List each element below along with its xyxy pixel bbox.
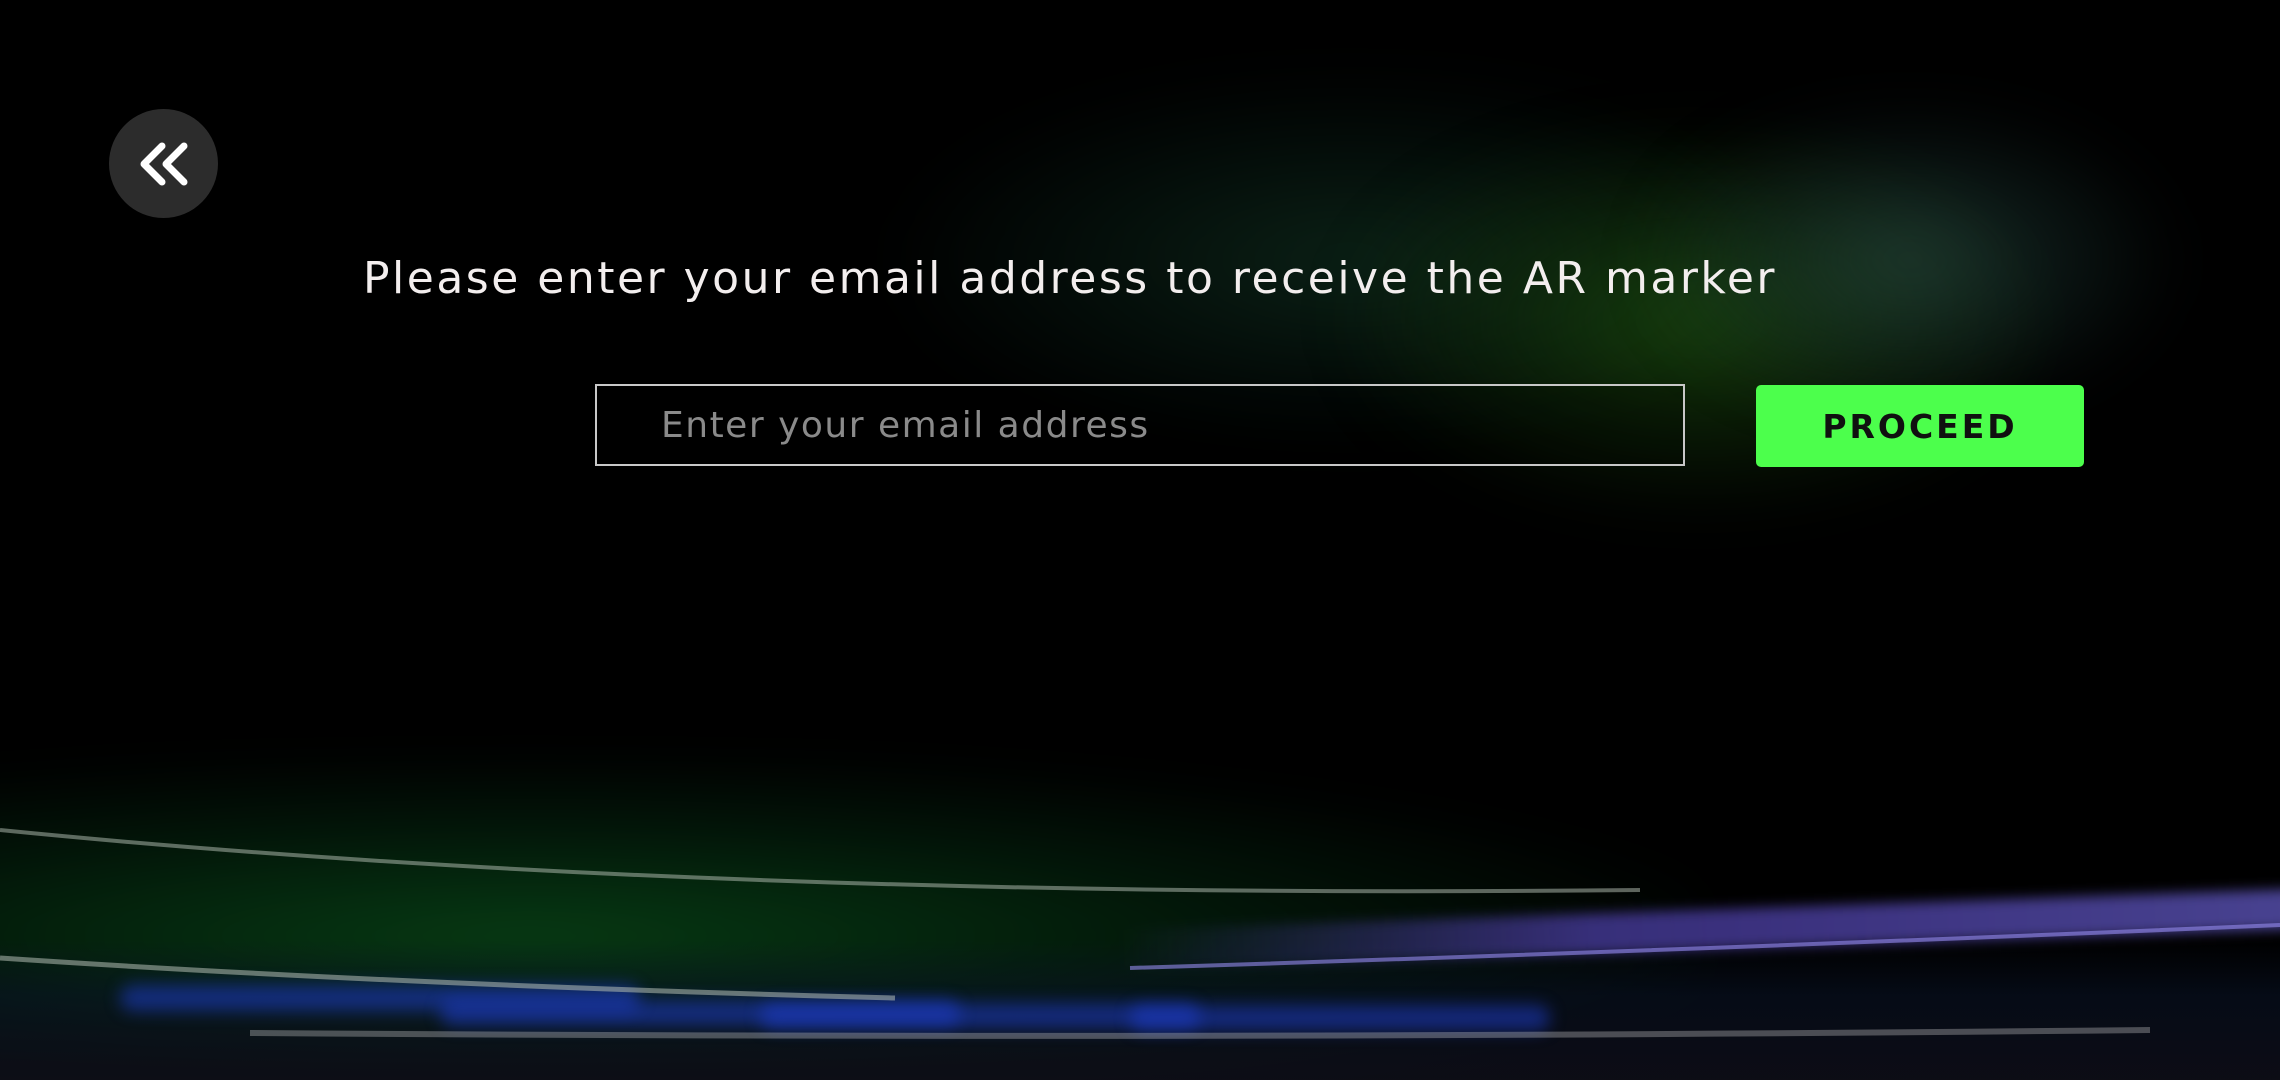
proceed-button[interactable]: PROCEED — [1756, 385, 2084, 467]
double-chevron-left-icon — [140, 142, 187, 185]
email-prompt-text: Please enter your email address to recei… — [362, 253, 1777, 304]
background-light-streaks — [0, 828, 2280, 1039]
email-input[interactable] — [595, 384, 1685, 466]
back-button[interactable] — [109, 109, 218, 218]
